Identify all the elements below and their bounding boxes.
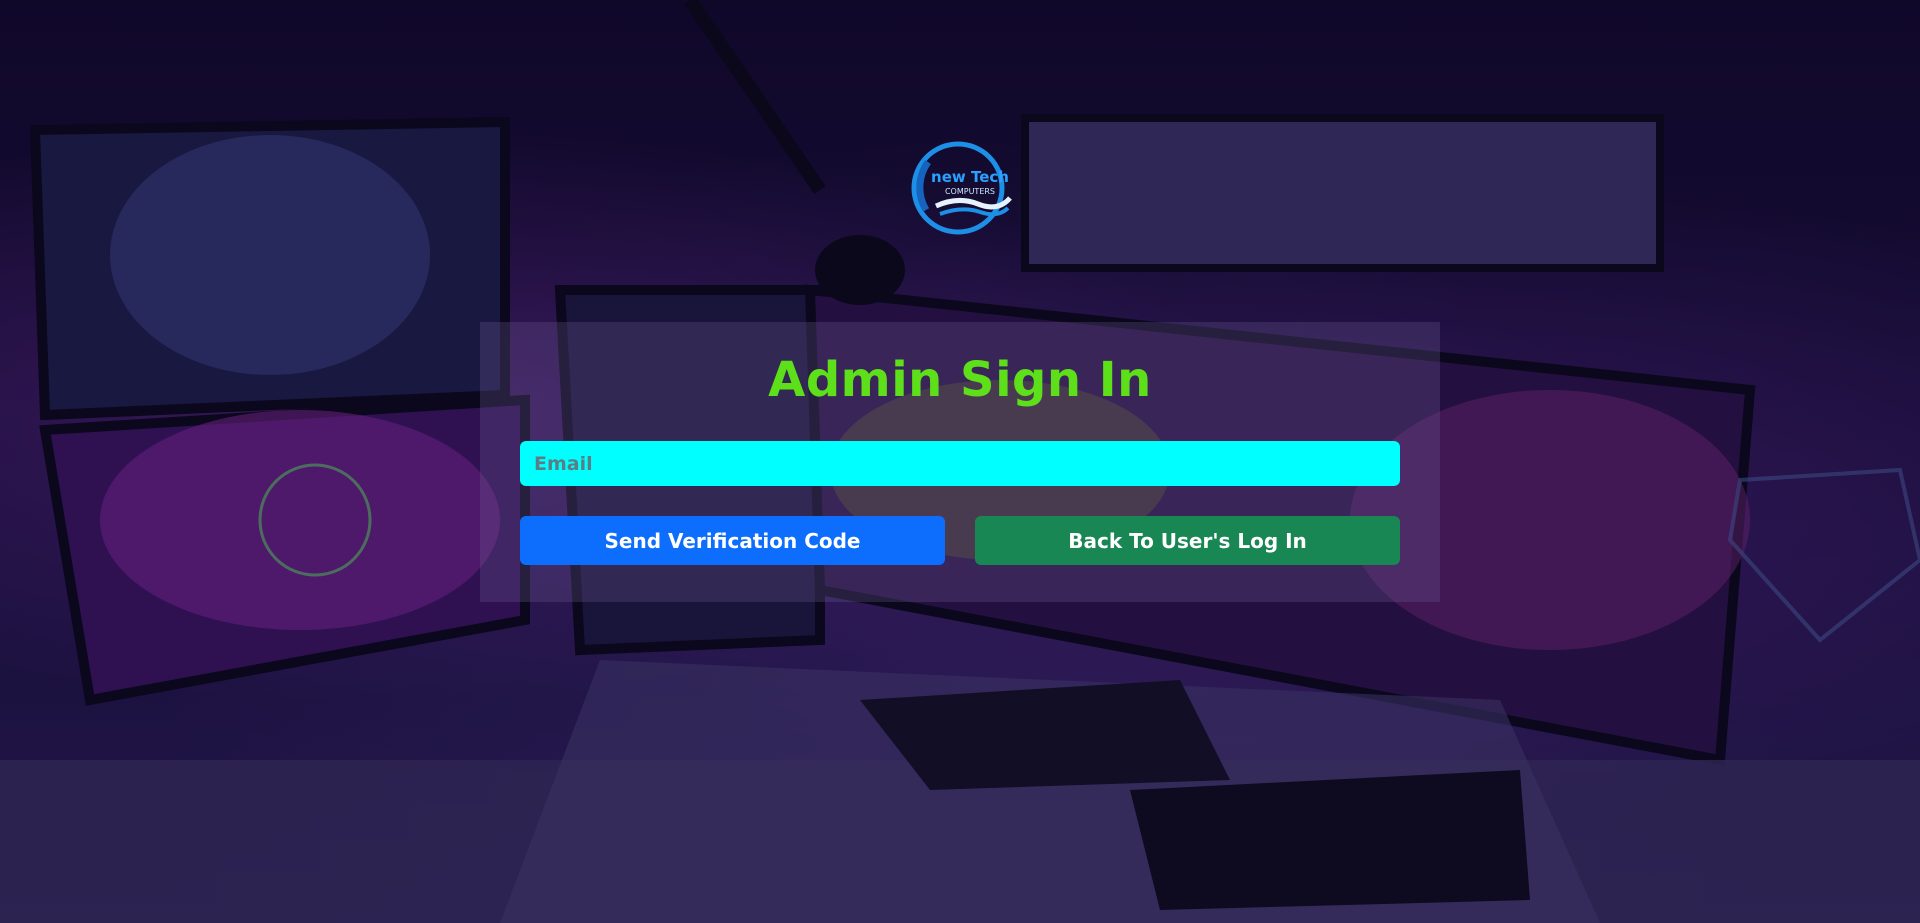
email-input[interactable] [520,441,1400,486]
page: new Tech COMPUTERS Admin Sign In Send Ve… [0,0,1920,923]
svg-text:COMPUTERS: COMPUTERS [945,187,995,196]
svg-text:new Tech: new Tech [931,168,1009,186]
page-title: Admin Sign In [768,352,1152,408]
send-verification-code-button[interactable]: Send Verification Code [520,516,945,565]
company-logo: new Tech COMPUTERS [908,140,1012,236]
back-to-user-login-button[interactable]: Back To User's Log In [975,516,1400,565]
